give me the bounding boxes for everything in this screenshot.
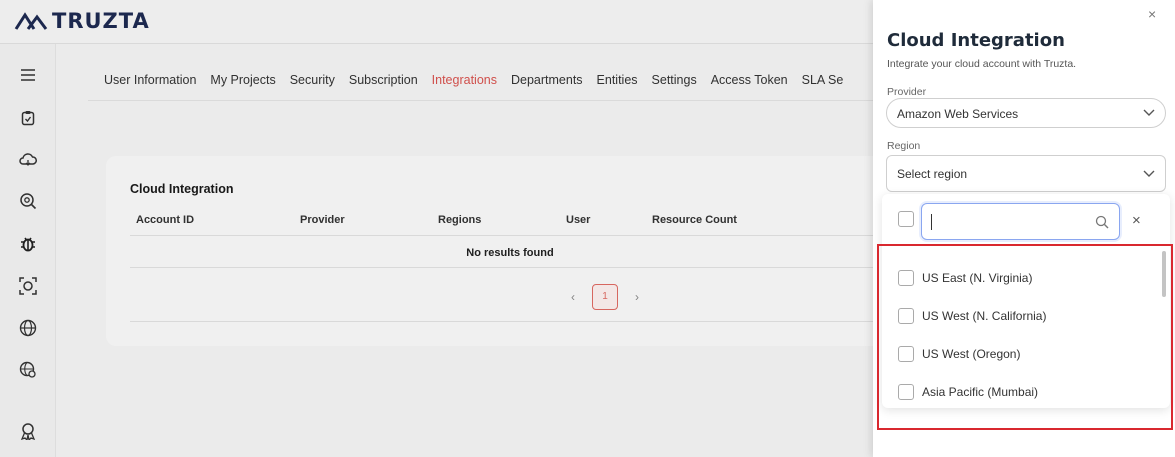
highlight-box [877,244,1173,430]
modal-overlay[interactable] [0,0,873,457]
region-label: Region [887,140,921,152]
search-icon [1095,215,1109,229]
chevron-down-icon [1143,170,1155,177]
select-all-checkbox[interactable] [898,211,914,227]
text-caret [931,214,932,230]
region-placeholder: Select region [897,167,968,181]
clear-search-button[interactable]: × [1132,212,1141,229]
close-drawer-button[interactable]: × [1148,6,1156,22]
region-select[interactable]: Select region [886,155,1166,192]
provider-value: Amazon Web Services [897,107,1019,121]
drawer-subtitle: Integrate your cloud account with Truzta… [887,58,1077,70]
chevron-down-icon [1143,109,1155,116]
provider-label: Provider [887,86,927,98]
provider-select[interactable]: Amazon Web Services [886,98,1166,128]
region-search-input[interactable] [921,203,1120,240]
drawer-title: Cloud Integration [887,30,1065,51]
